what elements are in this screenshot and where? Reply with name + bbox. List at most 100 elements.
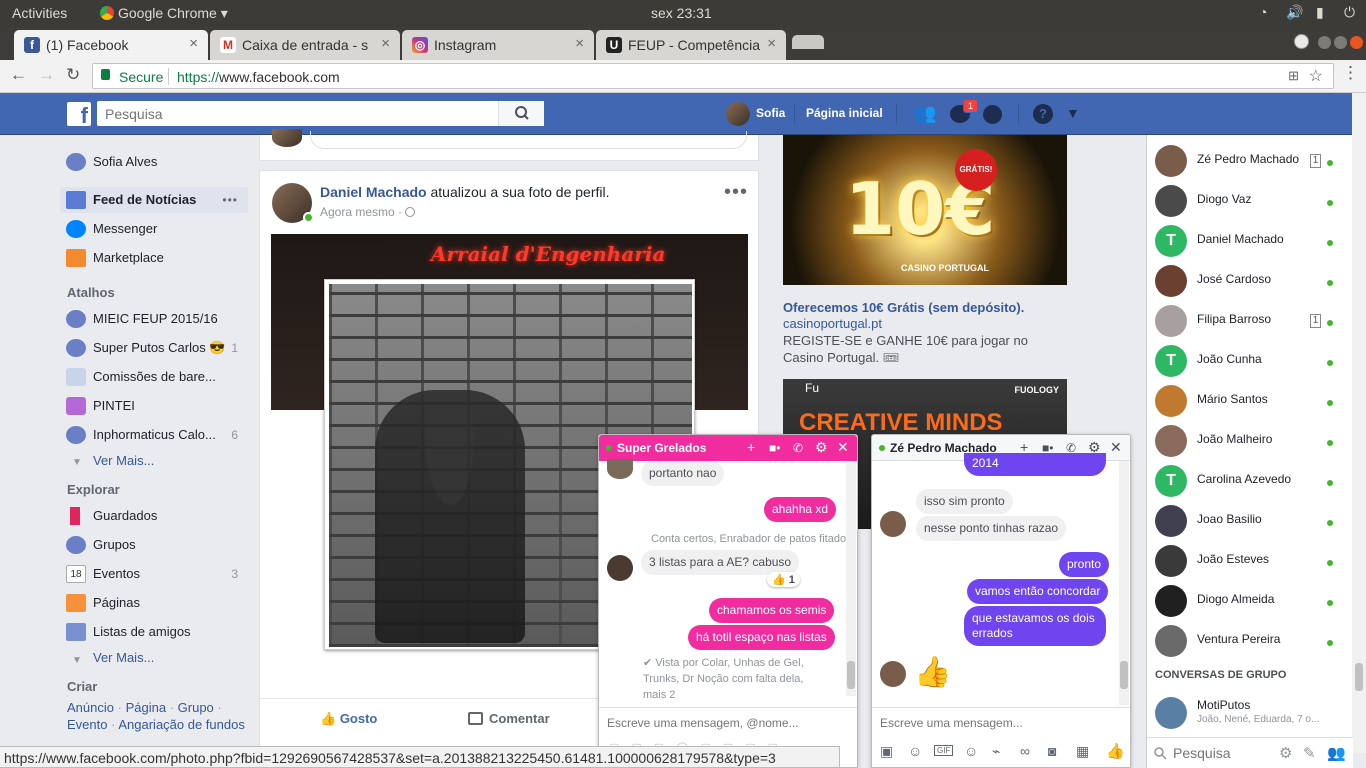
attachment-icon[interactable]: ⌁ bbox=[992, 743, 1000, 760]
menu-icon[interactable]: ⋮ bbox=[1342, 63, 1359, 83]
shortcut-item[interactable]: Inphormaticus Calo... 6 bbox=[60, 422, 248, 448]
close-icon[interactable]: ✕ bbox=[837, 439, 849, 456]
more-options-icon[interactable]: ••• bbox=[222, 193, 238, 207]
explore-item-events[interactable]: 18 Eventos 3 bbox=[60, 561, 248, 587]
sidebar-item-messenger[interactable]: Messenger bbox=[60, 216, 248, 242]
add-person-icon[interactable]: + bbox=[747, 439, 755, 455]
explore-item-saved[interactable]: Guardados bbox=[60, 503, 248, 529]
link-icon[interactable]: ∞ bbox=[1020, 743, 1030, 759]
video-call-icon[interactable]: ■• bbox=[769, 441, 780, 455]
profile-avatar[interactable] bbox=[726, 102, 750, 126]
wifi-icon[interactable]: ◔ bbox=[1259, 4, 1267, 20]
close-icon[interactable]: ✕ bbox=[1110, 439, 1122, 456]
close-icon[interactable]: × bbox=[767, 35, 776, 52]
app-menu[interactable]: Google Chrome ▾ bbox=[100, 5, 228, 22]
compose-icon[interactable]: ✎ bbox=[1303, 744, 1316, 762]
clock[interactable]: sex 23:31 bbox=[651, 5, 712, 21]
contact-item[interactable]: Diogo Vaz bbox=[1147, 179, 1347, 219]
profile-link[interactable]: Sofia Alves bbox=[60, 149, 248, 175]
contact-item[interactable]: Filipa Barroso 1 bbox=[1147, 299, 1347, 339]
scrollbar-thumb[interactable] bbox=[1120, 661, 1128, 689]
explore-item-groups[interactable]: Grupos bbox=[60, 532, 248, 558]
ad-domain-link[interactable]: casinoportugal.pt bbox=[783, 316, 882, 331]
message-reaction[interactable]: 👍 1 bbox=[767, 572, 800, 587]
see-more-link[interactable]: Ver Mais... bbox=[93, 650, 154, 665]
camera-icon[interactable]: ◙ bbox=[1048, 743, 1056, 759]
contact-item[interactable]: João Esteves bbox=[1147, 539, 1347, 579]
ad-image[interactable]: 10€ GRÁTIS! CASINO PORTUGAL bbox=[783, 135, 1067, 285]
close-icon[interactable]: × bbox=[575, 35, 584, 52]
group-chat-item[interactable]: MotiPutos João, Nené, Eduarda, 7 o... bbox=[1147, 691, 1347, 735]
like-button[interactable]: 👍 Gosto bbox=[320, 711, 377, 727]
contact-item[interactable]: T João Cunha bbox=[1147, 339, 1347, 379]
phone-icon[interactable]: ✆ bbox=[793, 441, 803, 455]
forward-icon[interactable]: → bbox=[38, 65, 55, 85]
scrollbar-thumb[interactable] bbox=[847, 661, 855, 689]
close-window-button[interactable] bbox=[1350, 36, 1363, 49]
profile-link[interactable]: Sofia bbox=[756, 106, 785, 120]
volume-icon[interactable]: 🔊 bbox=[1286, 4, 1303, 21]
contact-item[interactable]: Joao Basilio bbox=[1147, 499, 1347, 539]
explore-item-friend-lists[interactable]: Listas de amigos bbox=[60, 619, 248, 645]
explore-item-pages[interactable]: Páginas bbox=[60, 590, 248, 616]
contact-item[interactable]: Zé Pedro Machado 1 bbox=[1147, 139, 1347, 179]
search-input[interactable] bbox=[97, 101, 497, 126]
url-text[interactable]: https://www.facebook.com bbox=[177, 69, 340, 85]
contact-item[interactable]: T Carolina Azevedo bbox=[1147, 459, 1347, 499]
author-link[interactable]: Daniel Machado bbox=[320, 184, 427, 200]
tab-gmail[interactable]: M Caixa de entrada - s × bbox=[210, 30, 400, 60]
new-tab-button[interactable] bbox=[792, 35, 824, 49]
sticker-icon[interactable]: ☺ bbox=[908, 743, 922, 759]
close-icon[interactable]: × bbox=[381, 35, 390, 52]
photo-icon[interactable]: ▣ bbox=[880, 743, 893, 760]
send-like-icon[interactable]: 👍 bbox=[1106, 742, 1125, 760]
gif-icon[interactable]: GIF bbox=[934, 745, 954, 756]
create-group-link[interactable]: Grupo bbox=[178, 700, 214, 715]
contact-item[interactable]: Mário Santos bbox=[1147, 379, 1347, 419]
gear-icon[interactable]: ⚙ bbox=[1279, 744, 1292, 762]
emoji-icon[interactable]: ☺ bbox=[964, 743, 978, 759]
contact-item[interactable]: Diogo Almeida bbox=[1147, 579, 1347, 619]
chat-search-input[interactable] bbox=[1173, 745, 1263, 761]
create-page-link[interactable]: Página bbox=[126, 700, 166, 715]
chat-header[interactable]: Super Grelados + ■• ✆ ⚙ ✕ bbox=[599, 435, 857, 461]
contact-item[interactable]: Ventura Pereira bbox=[1147, 619, 1347, 659]
chat-scrollbar[interactable] bbox=[1119, 461, 1129, 705]
reload-icon[interactable]: ↻ bbox=[66, 65, 80, 85]
contact-item[interactable]: José Cardoso bbox=[1147, 259, 1347, 299]
sidebar-item-news-feed[interactable]: Feed de Notícias ••• bbox=[60, 187, 248, 213]
shortcut-item[interactable]: Super Putos Carlos 😎 1 bbox=[60, 335, 248, 361]
account-menu-chevron-icon[interactable]: ▼ bbox=[1066, 105, 1080, 121]
help-icon[interactable]: ? bbox=[1033, 104, 1053, 124]
notifications-globe-icon[interactable] bbox=[983, 105, 1002, 124]
minimize-button[interactable] bbox=[1318, 36, 1331, 49]
new-group-icon[interactable]: 👥 bbox=[1327, 744, 1346, 762]
search-button[interactable] bbox=[498, 101, 544, 126]
create-ad-link[interactable]: Anúncio bbox=[67, 700, 114, 715]
home-link[interactable]: Página inicial bbox=[806, 106, 883, 120]
chat-title[interactable]: Super Grelados bbox=[617, 441, 706, 455]
tab-instagram[interactable]: ◎ Instagram × bbox=[402, 30, 594, 60]
maximize-button[interactable] bbox=[1334, 36, 1347, 49]
close-icon[interactable]: × bbox=[189, 35, 198, 52]
composer-input[interactable] bbox=[310, 131, 747, 149]
post-options-icon[interactable]: ••• bbox=[724, 181, 748, 204]
chat-scrollbar[interactable] bbox=[846, 461, 856, 696]
address-bar[interactable]: Secure https://www.facebook.com ⊞ ☆ bbox=[92, 63, 1334, 89]
sidebar-item-marketplace[interactable]: Marketplace bbox=[60, 245, 248, 271]
tab-facebook[interactable]: f (1) Facebook × bbox=[14, 30, 208, 60]
profile-icon[interactable] bbox=[1294, 34, 1309, 49]
table-icon[interactable]: ▦ bbox=[1076, 743, 1089, 760]
message-input[interactable] bbox=[607, 716, 847, 730]
see-more-link[interactable]: Ver Mais... bbox=[93, 453, 154, 468]
tab-feup[interactable]: U FEUP - Competência × bbox=[596, 30, 786, 60]
translate-icon[interactable]: ⊞ bbox=[1288, 68, 1299, 84]
back-icon[interactable]: ← bbox=[10, 65, 27, 85]
create-event-link[interactable]: Evento bbox=[67, 717, 107, 732]
post-timestamp[interactable]: Agora mesmo · bbox=[320, 205, 416, 219]
ad-title[interactable]: Oferecemos 10€ Grátis (sem depósito). bbox=[783, 300, 1024, 315]
power-icon[interactable]: ⏻ bbox=[1344, 4, 1355, 21]
shortcut-item[interactable]: PINTEI bbox=[60, 393, 248, 419]
scrollbar-thumb[interactable] bbox=[1355, 663, 1363, 691]
battery-icon[interactable]: ▮ bbox=[1316, 4, 1324, 21]
